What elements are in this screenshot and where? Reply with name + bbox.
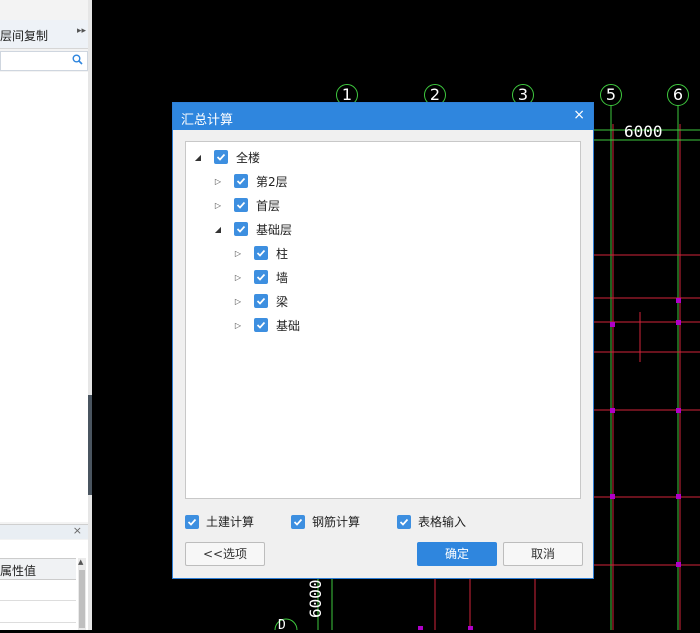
option-rebar-calc[interactable]: 钢筋计算 <box>291 513 360 530</box>
axis-label-6: 6 <box>667 84 689 106</box>
left-panel: 层间复制 ▸▸ × 属性值 ▲ <box>0 0 89 630</box>
option-label: 土建计算 <box>206 515 255 529</box>
search-icon[interactable] <box>72 54 83 68</box>
collapse-icon[interactable]: ◢ <box>192 153 204 162</box>
expand-icon[interactable]: ▷ <box>212 201 224 210</box>
axis-label-5: 5 <box>600 84 622 106</box>
checkbox[interactable] <box>254 270 268 284</box>
search-input[interactable] <box>0 51 88 71</box>
tree-label: 基础 <box>276 318 301 333</box>
property-row-divider <box>0 622 76 623</box>
tree-node-all-floors[interactable]: ◢ 全楼 <box>192 148 260 166</box>
cancel-button[interactable]: 取消 <box>503 542 583 566</box>
tree-label: 柱 <box>276 246 289 261</box>
expand-icon[interactable]: ▷ <box>232 321 244 330</box>
dialog-titlebar[interactable]: 汇总计算 × <box>173 103 593 130</box>
property-row-divider <box>0 600 76 601</box>
checkbox[interactable] <box>234 174 248 188</box>
tree-label: 基础层 <box>256 222 293 237</box>
tree-node-floor2[interactable]: ▷ 第2层 <box>212 172 288 190</box>
component-list <box>0 72 88 522</box>
floor-copy-label[interactable]: 层间复制 <box>0 27 48 44</box>
dimension-left: 6000 <box>306 579 325 618</box>
checkbox[interactable] <box>185 514 199 529</box>
calc-options: 土建计算 钢筋计算 表格输入 <box>185 513 581 531</box>
tree-node-foundation[interactable]: ◢ 基础层 <box>212 220 292 238</box>
collapse-icon[interactable]: ◢ <box>212 225 224 234</box>
scroll-up-icon[interactable]: ▲ <box>78 558 83 566</box>
summary-calc-dialog: 汇总计算 × ◢ 全楼 ▷ 第2层 ▷ 首层 ◢ 基础层 ▷ 柱 ▷ 墙 ▷ 梁… <box>172 102 594 579</box>
expand-icon[interactable]: ▷ <box>232 273 244 282</box>
scrollbar[interactable]: ▲ <box>78 558 86 630</box>
tree-label: 第2层 <box>256 174 288 189</box>
property-panel: 属性值 ▲ <box>0 540 88 630</box>
tree-node-beam[interactable]: ▷ 梁 <box>232 292 288 310</box>
dialog-title: 汇总计算 <box>181 113 234 128</box>
property-value-header: 属性值 <box>0 564 37 578</box>
tree-label: 全楼 <box>236 150 261 165</box>
option-table-input[interactable]: 表格输入 <box>397 513 466 530</box>
expand-icon[interactable]: ▷ <box>232 249 244 258</box>
close-icon[interactable]: × <box>573 107 585 123</box>
checkbox[interactable] <box>254 246 268 260</box>
checkbox[interactable] <box>234 198 248 212</box>
checkbox[interactable] <box>291 514 305 529</box>
tree-node-footing[interactable]: ▷ 基础 <box>232 316 300 334</box>
tree-label: 梁 <box>276 294 289 309</box>
tree-label: 首层 <box>256 198 281 213</box>
expand-arrows-icon[interactable]: ▸▸ <box>77 26 86 36</box>
scrollbar-thumb[interactable] <box>79 570 85 628</box>
checkbox[interactable] <box>254 294 268 308</box>
floor-tree: ◢ 全楼 ▷ 第2层 ▷ 首层 ◢ 基础层 ▷ 柱 ▷ 墙 ▷ 梁 ▷ 基础 <box>185 141 581 499</box>
tree-node-column[interactable]: ▷ 柱 <box>232 244 288 262</box>
close-icon[interactable]: × <box>73 524 82 537</box>
checkbox[interactable] <box>214 150 228 164</box>
checkbox[interactable] <box>254 318 268 332</box>
expand-icon[interactable]: ▷ <box>212 177 224 186</box>
property-panel-header: × <box>0 524 88 539</box>
option-label: 表格输入 <box>418 515 467 529</box>
dimension-top: 6000 <box>624 122 663 141</box>
axis-label-d: D <box>278 618 286 633</box>
expand-icon[interactable]: ▷ <box>232 297 244 306</box>
checkbox[interactable] <box>234 222 248 236</box>
option-civil-calc[interactable]: 土建计算 <box>185 513 254 530</box>
ok-button[interactable]: 确定 <box>417 542 497 566</box>
tree-node-wall[interactable]: ▷ 墙 <box>232 268 288 286</box>
tree-label: 墙 <box>276 270 289 285</box>
options-button[interactable]: <<选项 <box>185 542 265 566</box>
floor-copy-toolbar[interactable]: 层间复制 ▸▸ <box>0 20 88 49</box>
property-column-header: 属性值 <box>0 558 76 580</box>
option-label: 钢筋计算 <box>312 515 361 529</box>
checkbox[interactable] <box>397 514 411 529</box>
tree-node-first-floor[interactable]: ▷ 首层 <box>212 196 280 214</box>
